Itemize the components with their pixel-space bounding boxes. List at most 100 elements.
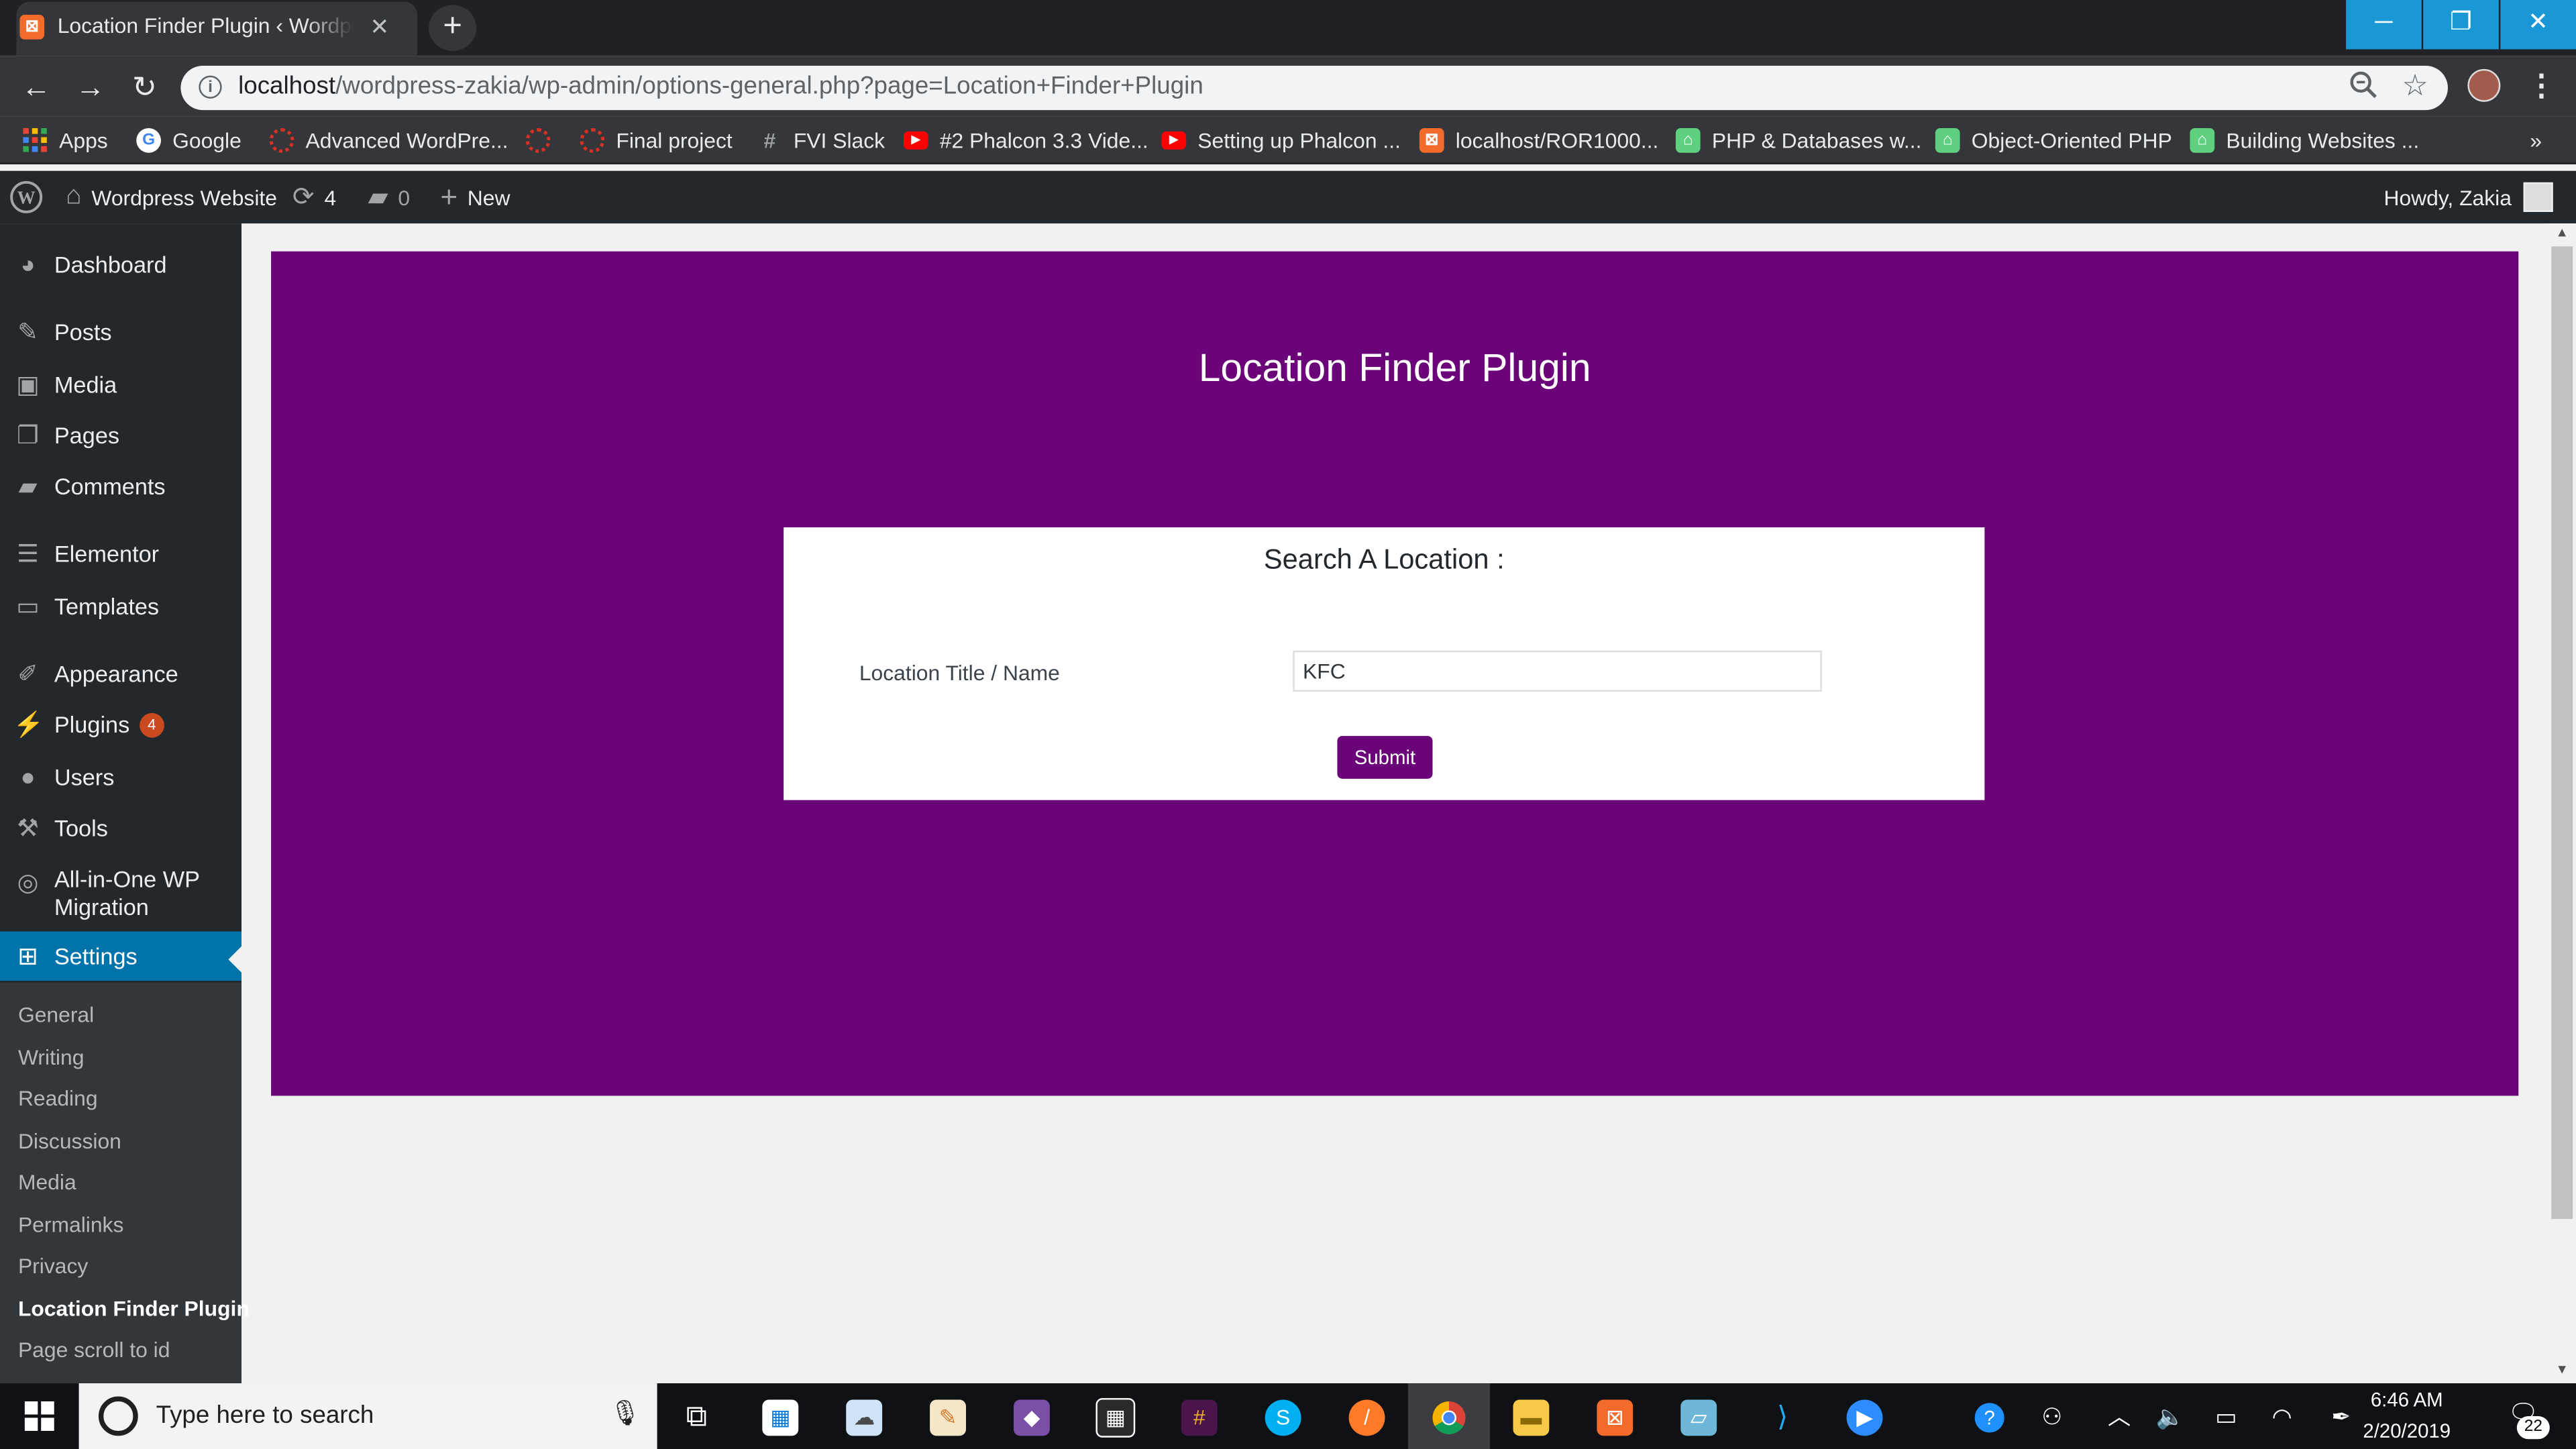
submenu-reading[interactable]: Reading	[18, 1086, 98, 1111]
scroll-down-arrow-icon[interactable]: ▼	[2550, 1360, 2575, 1380]
submenu-media[interactable]: Media	[18, 1170, 76, 1195]
bookmark-building-websites[interactable]: ⌂ Building Websites ...	[2190, 127, 2419, 155]
scrollbar-thumb[interactable]	[2551, 246, 2573, 1220]
slack-app-icon[interactable]: #	[1161, 1387, 1237, 1446]
admin-bar-updates[interactable]: ⟳ 4	[292, 171, 336, 223]
more-bookmarks-button[interactable]: »	[2530, 127, 2542, 155]
menu-item-posts[interactable]: ✎ Posts	[0, 307, 241, 356]
url-text[interactable]: localhost/wordpress-zakia/wp-admin/optio…	[238, 72, 1203, 101]
admin-bar-site[interactable]: ⌂ Wordpress Website	[66, 171, 277, 223]
clock-date[interactable]: 2/20/2019	[2349, 1419, 2464, 1442]
chevron-up-icon[interactable]: ︿	[2101, 1397, 2137, 1436]
settings-sliders-icon: ⊞	[17, 943, 39, 971]
weather-app-icon[interactable]: ☁	[826, 1387, 902, 1446]
bookmark-google[interactable]: G Google	[136, 127, 241, 155]
chrome-icon[interactable]	[1411, 1387, 1487, 1446]
plus-icon: +	[440, 180, 458, 213]
submenu-location-finder-plugin[interactable]: Location Finder Plugin	[18, 1296, 250, 1321]
bookmark-localhost-ror[interactable]: ⊠ localhost/ROR1000...	[1419, 127, 1658, 155]
admin-bar-account[interactable]: Howdy, Zakia	[2383, 171, 2553, 223]
menu-item-plugins[interactable]: ⚡ Plugins 4	[0, 700, 241, 749]
menu-item-templates[interactable]: ▭ Templates	[0, 582, 241, 631]
clock-time[interactable]: 6:46 AM	[2349, 1388, 2464, 1411]
back-arrow-icon[interactable]: ←	[16, 67, 56, 107]
youtube-icon: ▶	[1161, 131, 1187, 150]
scroll-up-arrow-icon[interactable]: ▲	[2550, 223, 2575, 243]
reload-icon[interactable]: ↻	[125, 67, 164, 107]
skype-icon[interactable]: S	[1245, 1387, 1321, 1446]
menu-item-dashboard[interactable]: ◕ Dashboard	[0, 240, 241, 289]
treehouse-icon: ⌂	[1675, 128, 1701, 153]
submenu-permalinks[interactable]: Permalinks	[18, 1212, 123, 1237]
menu-label: Appearance	[54, 660, 178, 687]
git-app-icon[interactable]: ◆	[994, 1387, 1070, 1446]
microsoft-store-icon[interactable]: ▦	[743, 1387, 818, 1446]
submenu-page-scroll-to-id[interactable]: Page scroll to id	[18, 1337, 170, 1362]
bookmark-final-project[interactable]: Final project	[580, 127, 733, 155]
menu-item-comments[interactable]: ▰ Comments	[0, 462, 241, 511]
wordpress-logo-icon[interactable]: W	[10, 171, 43, 223]
zoom-app-icon[interactable]: ▶	[1827, 1387, 1902, 1446]
paint-app-icon[interactable]: ✎	[910, 1387, 986, 1446]
admin-bar-comments[interactable]: ▰ 0	[368, 171, 411, 223]
submenu-discussion[interactable]: Discussion	[18, 1128, 121, 1153]
menu-item-users[interactable]: ● Users	[0, 753, 241, 802]
bookmark-phalcon-video[interactable]: ▶ #2 Phalcon 3.3 Vide...	[903, 127, 1148, 155]
location-input[interactable]	[1293, 650, 1822, 692]
bookmark-setting-up-phalcon[interactable]: ▶ Setting up Phalcon ...	[1161, 127, 1401, 155]
bookmark-label: #2 Phalcon 3.3 Vide...	[939, 128, 1148, 153]
tab-close-icon[interactable]: ✕	[365, 11, 394, 41]
bookmark-advanced-wordpress[interactable]: Advanced WordPre...	[269, 127, 508, 155]
menu-item-pages[interactable]: ❐ Pages	[0, 411, 241, 460]
notification-count-badge: 22	[2516, 1416, 2550, 1440]
bookmark-label: PHP & Databases w...	[1711, 128, 1922, 153]
profile-avatar[interactable]	[2467, 68, 2501, 102]
windows-start-icon[interactable]	[0, 1383, 79, 1449]
zoom-magnifier-icon[interactable]	[2349, 70, 2379, 100]
volume-icon[interactable]: 🔈	[2152, 1397, 2188, 1436]
submenu-privacy[interactable]: Privacy	[18, 1254, 88, 1279]
menu-item-elementor[interactable]: ☰ Elementor	[0, 529, 241, 578]
menu-item-all-in-one-migration[interactable]: ◎ All-in-One WP Migration	[0, 866, 241, 922]
menu-item-settings[interactable]: ⊞ Settings	[0, 931, 242, 981]
minimize-window-button[interactable]: ─	[2346, 0, 2422, 50]
submenu-general[interactable]: General	[18, 1002, 94, 1027]
calculator-icon[interactable]: ▦	[1078, 1387, 1154, 1446]
site-info-icon[interactable]: i	[199, 75, 222, 99]
new-tab-button[interactable]: +	[429, 5, 477, 51]
wrench-icon: ⚒	[17, 814, 40, 843]
submit-button[interactable]: Submit	[1337, 736, 1433, 779]
admin-bar-new[interactable]: + New	[440, 171, 510, 223]
xampp-icon: ⊠	[1419, 128, 1444, 153]
menu-item-tools[interactable]: ⚒ Tools	[0, 804, 241, 853]
battery-icon[interactable]: ▭	[2208, 1397, 2244, 1436]
file-explorer-icon[interactable]: ▬	[1493, 1387, 1569, 1446]
bookmark-star-icon[interactable]: ☆	[2402, 69, 2434, 102]
globe-icon	[580, 128, 605, 153]
bookmark-php-databases[interactable]: ⌂ PHP & Databases w...	[1675, 127, 1922, 155]
sublime-icon[interactable]: /	[1329, 1387, 1405, 1446]
plug-icon: ⚡	[13, 711, 44, 740]
wifi-icon[interactable]: ◠	[2264, 1397, 2300, 1436]
bookmark-fvi-slack[interactable]: # FVI Slack	[757, 127, 885, 155]
bookmark-unnamed[interactable]	[525, 127, 562, 155]
notepad-app-icon[interactable]: ▱	[1661, 1387, 1737, 1446]
xampp-app-icon[interactable]: ⊠	[1577, 1387, 1653, 1446]
menu-item-appearance[interactable]: ✐ Appearance	[0, 649, 241, 698]
url-host: localhost	[238, 72, 336, 101]
bookmark-label: Advanced WordPre...	[305, 128, 508, 153]
vscode-icon[interactable]: ⟩	[1745, 1387, 1821, 1446]
submenu-writing[interactable]: Writing	[18, 1045, 84, 1070]
chrome-menu-icon[interactable]: ⋮	[2527, 69, 2557, 102]
comment-bubble-icon: ▰	[368, 184, 388, 212]
bookmark-apps[interactable]: Apps	[23, 127, 108, 155]
forward-arrow-icon[interactable]: →	[70, 67, 110, 107]
restore-window-button[interactable]: ❐	[2423, 0, 2499, 50]
close-window-button[interactable]: ✕	[2500, 0, 2576, 50]
help-icon[interactable]: ?	[1972, 1397, 2008, 1436]
bookmark-oo-php[interactable]: ⌂ Object-Oriented PHP	[1935, 127, 2172, 155]
menu-item-media[interactable]: ▣ Media	[0, 360, 241, 409]
people-icon[interactable]: ⚇	[2034, 1397, 2070, 1436]
microphone-icon[interactable]: 🎙	[610, 1398, 641, 1431]
task-view-icon[interactable]: ⧉	[659, 1387, 735, 1446]
